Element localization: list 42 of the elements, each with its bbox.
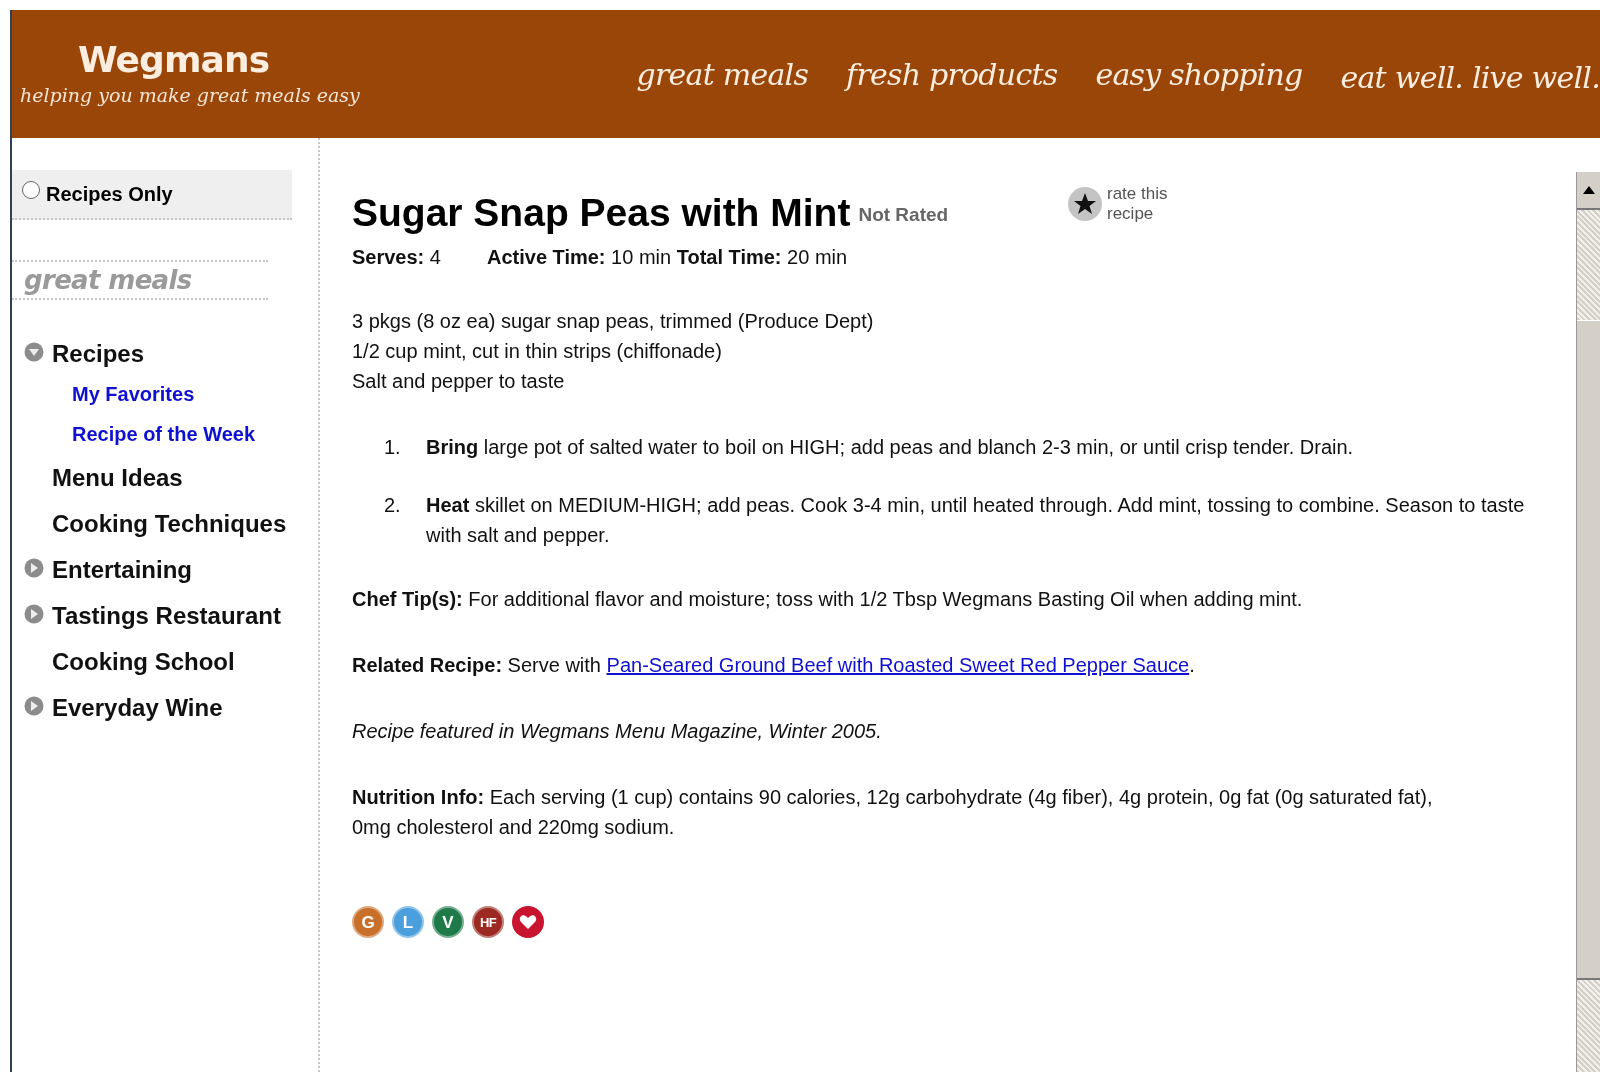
ingredient: 3 pkgs (8 oz ea) sugar snap peas, trimmed (Produce Dept) (352, 309, 875, 334)
source-note: Recipe featured in Wegmans Menu Magazine, Winter 2005. (352, 719, 883, 744)
ingredient: Salt and pepper to taste (352, 369, 566, 394)
ingredient: 1/2 cup mint, cut in thin strips (chiffonade) (352, 339, 723, 364)
nav-link[interactable]: easy shopping (1095, 51, 1303, 97)
recipe-link[interactable]: Pan-Seared Ground Beef with Roasted Sweet Red Pepper Sauce (606, 654, 1190, 676)
sidebar-item[interactable]: Cooking Techniques (52, 508, 302, 540)
section-heading: great meals (24, 263, 192, 297)
filter-label: Recipes Only (46, 182, 173, 207)
sidebar-item[interactable]: Recipes (52, 338, 302, 370)
scroll-up-button[interactable] (1577, 172, 1600, 210)
nutrition-info: Nutrition Info: Each serving (1 cup) contains 90 calories, 12g carbohydrate (4g fiber), 4g protein, 0g fat (0g saturated fat), 0mg cholesterol and 220mg sodium. (352, 785, 1434, 840)
related-recipe: Related Recipe: Serve with Pan-Seared Ground Beef with Roasted Sweet Red Pepper Sauce. (352, 653, 1196, 678)
recipe-title: Sugar Snap Peas with Mint (352, 190, 851, 236)
rate-recipe-link[interactable]: rate this recipe (1067, 184, 1179, 224)
up-arrow-icon (1582, 186, 1595, 194)
diet-badge[interactable]: G (352, 906, 384, 938)
tagline: helping you make great meals easy (20, 83, 361, 108)
nav-link[interactable]: fresh products (846, 51, 1058, 97)
nav-link[interactable]: eat well. live well. (1340, 54, 1600, 100)
step-number: 2. (384, 493, 402, 518)
sidebar-item[interactable]: Menu Ideas (52, 462, 302, 494)
scrollbar[interactable] (1576, 172, 1600, 1072)
sidebar-item[interactable]: Everyday Wine (52, 692, 302, 724)
scroll-thumb[interactable] (1577, 320, 1600, 980)
sidebar-item[interactable]: Tastings Restaurant (52, 600, 302, 632)
step-number: 1. (384, 435, 402, 460)
recipe-fact: Serves: 4 (352, 245, 441, 270)
sidebar-item[interactable]: Cooking School (52, 646, 302, 678)
radio-button[interactable] (22, 181, 40, 199)
sidebar-subitem[interactable]: My Favorites (72, 380, 318, 408)
logo[interactable]: Wegmans (78, 40, 593, 80)
rating-status: Not Rated (858, 203, 949, 227)
diet-badge[interactable]: HF (472, 906, 504, 938)
nav-link[interactable]: great meals (636, 51, 809, 97)
chef-tip: Chef Tip(s): For additional flavor and moisture; toss with 1/2 Tbsp Wegmans Basting Oil when adding mint. (352, 587, 1304, 612)
sidebar-subitem[interactable]: Recipe of the Week (72, 420, 318, 448)
sidebar-item[interactable]: Entertaining (52, 554, 302, 586)
diet-badge[interactable]: V (432, 906, 464, 938)
step-text: Heat skillet on MEDIUM-HIGH; add peas. Cook 3-4 min, until heated through. Add mint, tossing to combine. Season to taste with salt and pepper. (426, 493, 1526, 548)
step-text: Bring large pot of salted water to boil on HIGH; add peas and blanch 2-3 min, or until crisp tender. Drain. (426, 435, 1355, 460)
recipe-fact: Active Time: 10 min Total Time: 20 min (486, 245, 848, 270)
